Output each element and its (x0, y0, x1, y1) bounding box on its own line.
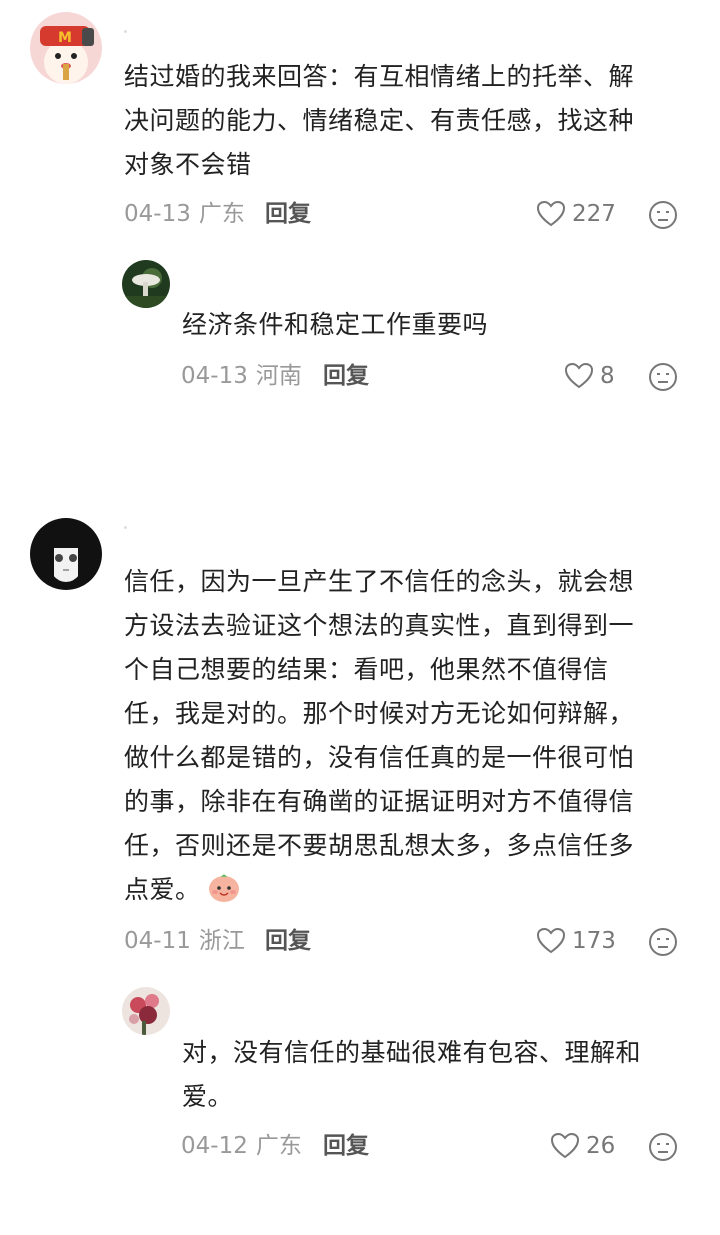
mushroom-avatar (122, 260, 170, 308)
comment-date: 04-13 (124, 201, 191, 227)
user-avatar[interactable]: M (30, 12, 102, 84)
reply-button[interactable]: 回复 (265, 196, 311, 232)
reply-text: 对，没有信任的基础很难有包容、理解和 爱。 (182, 1031, 692, 1119)
like-button[interactable]: 227 (536, 196, 616, 232)
like-button[interactable]: 8 (564, 358, 615, 394)
comment-meta: 04-13 广东 (124, 196, 245, 232)
dislike-face-icon[interactable] (648, 927, 678, 957)
reply-line: 对，没有信任的基础很难有包容、理解和 (182, 1038, 642, 1067)
heart-icon (536, 927, 566, 954)
comment-line: 信任，因为一旦产生了不信任的念头，就会想 (124, 567, 635, 596)
clown-mcdonalds-avatar: M (30, 12, 102, 84)
like-count: 173 (572, 928, 616, 954)
separator-dot (124, 526, 127, 529)
comment-line: 点爱。 (124, 868, 694, 912)
comment-line: 的事，除非在有确凿的证据证明对方不值得信 (124, 787, 635, 816)
comment-line: 个自己想要的结果：看吧，他果然不值得信 (124, 655, 609, 684)
heart-icon (536, 200, 566, 227)
reply-location: 广东 (255, 1133, 302, 1159)
reply-avatar[interactable] (122, 987, 170, 1035)
reply-meta: 04-12 广东 (181, 1128, 302, 1164)
comment-line: 任，我是对的。那个时候对方无论如何辩解， (124, 699, 635, 728)
comment-line: 做什么都是错的，没有信任真的是一件很可怕 (124, 743, 635, 772)
reply-button[interactable]: 回复 (323, 1128, 369, 1164)
reply-date: 04-12 (181, 1133, 248, 1159)
reply-date: 04-13 (181, 363, 248, 389)
reply-button[interactable]: 回复 (265, 923, 311, 959)
svg-text:M: M (58, 30, 72, 46)
comment-date: 04-11 (124, 928, 191, 954)
flowers-avatar (122, 987, 170, 1035)
reply-avatar[interactable] (122, 260, 170, 308)
comment-line: 结过婚的我来回答：有互相情绪上的托举、解 (124, 62, 635, 91)
reply-line: 爱。 (182, 1082, 234, 1111)
dislike-face-icon[interactable] (648, 362, 678, 392)
like-count: 227 (572, 201, 616, 227)
reply-text: 经济条件和稳定工作重要吗 (182, 310, 489, 339)
reply-meta: 04-13 河南 (181, 358, 302, 394)
like-button[interactable]: 173 (536, 923, 616, 959)
comment-line: 对象不会错 (124, 150, 252, 179)
dislike-face-icon[interactable] (648, 200, 678, 230)
comment-line-text: 点爱。 (124, 875, 201, 904)
comment-location: 广东 (198, 201, 245, 227)
reply-location: 河南 (255, 363, 302, 389)
anime-girl-avatar (30, 518, 102, 590)
smiling-peach-emoji (208, 874, 239, 902)
reply-button[interactable]: 回复 (323, 358, 369, 394)
comment-location: 浙江 (198, 928, 245, 954)
comment-line: 决问题的能力、情绪稳定、有责任感，找这种 (124, 106, 635, 135)
comment-text: 信任，因为一旦产生了不信任的念头，就会想 方设法去验证这个想法的真实性，直到得到… (124, 560, 694, 912)
comment-text: 结过婚的我来回答：有互相情绪上的托举、解 决问题的能力、情绪稳定、有责任感，找这… (124, 55, 694, 187)
user-avatar[interactable] (30, 518, 102, 590)
heart-icon (564, 362, 594, 389)
dislike-face-icon[interactable] (648, 1132, 678, 1162)
heart-icon (550, 1132, 580, 1159)
comment-line: 方设法去验证这个想法的真实性，直到得到一 (124, 611, 635, 640)
comment-line: 任，否则还是不要胡思乱想太多，多点信任多 (124, 831, 635, 860)
comment-meta: 04-11 浙江 (124, 923, 245, 959)
like-count: 8 (600, 363, 615, 389)
like-button[interactable]: 26 (550, 1128, 615, 1164)
like-count: 26 (586, 1133, 616, 1159)
separator-dot (124, 30, 127, 33)
